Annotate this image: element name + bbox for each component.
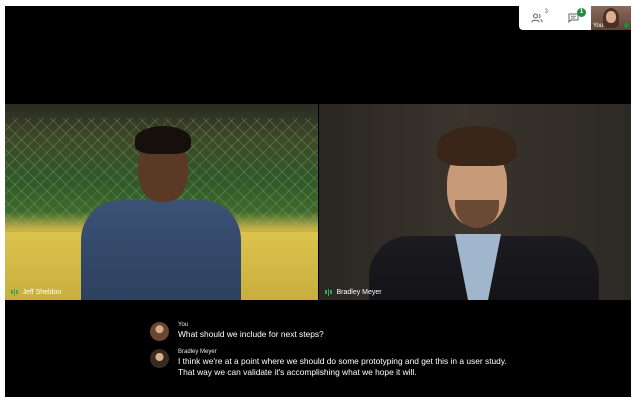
audio-level-icon xyxy=(325,288,332,296)
video-tile-bradley-meyer[interactable]: Bradley Meyer xyxy=(319,104,631,300)
participants-button[interactable]: 3 xyxy=(526,9,548,27)
live-captions: You What should we include for next step… xyxy=(150,321,510,385)
caption-text: What should we include for next steps? xyxy=(178,329,324,339)
video-tile-jeff-sheldon[interactable]: Jeff Sheldon xyxy=(5,104,318,300)
people-icon xyxy=(531,13,543,23)
avatar xyxy=(150,322,169,341)
caption-text: I think we're at a point where we should… xyxy=(178,356,507,377)
participant-name: Jeff Sheldon xyxy=(22,288,62,296)
chat-unread-badge: 1 xyxy=(577,8,586,17)
self-view-thumbnail[interactable]: You xyxy=(591,6,631,30)
participant-name: Bradley Meyer xyxy=(336,288,382,296)
participant-beard xyxy=(455,200,499,228)
self-mic-indicator xyxy=(624,23,629,28)
top-controls-panel: 3 1 xyxy=(519,6,591,30)
top-controls: 3 1 You xyxy=(519,6,631,30)
caption-speaker: You xyxy=(178,322,189,328)
participant-name-tag: Bradley Meyer xyxy=(325,288,382,296)
audio-level-icon xyxy=(11,288,18,296)
caption-entry: Bradley Meyer I think we're at a point w… xyxy=(150,348,510,378)
caption-speaker: Bradley Meyer xyxy=(178,349,217,355)
participant-count: 3 xyxy=(544,9,548,15)
participant-hair xyxy=(437,126,517,166)
caption-entry: You What should we include for next step… xyxy=(150,321,510,341)
avatar xyxy=(150,349,169,368)
participant-name-tag: Jeff Sheldon xyxy=(11,288,61,296)
self-view-face-front xyxy=(606,11,616,23)
participant-hair xyxy=(135,126,191,154)
meeting-stage: 3 1 You Jeff Sheldon Bradley Meyer You W… xyxy=(5,6,631,397)
self-view-label: You xyxy=(593,23,604,29)
participant-body xyxy=(81,200,241,300)
chat-button[interactable]: 1 xyxy=(562,8,586,27)
